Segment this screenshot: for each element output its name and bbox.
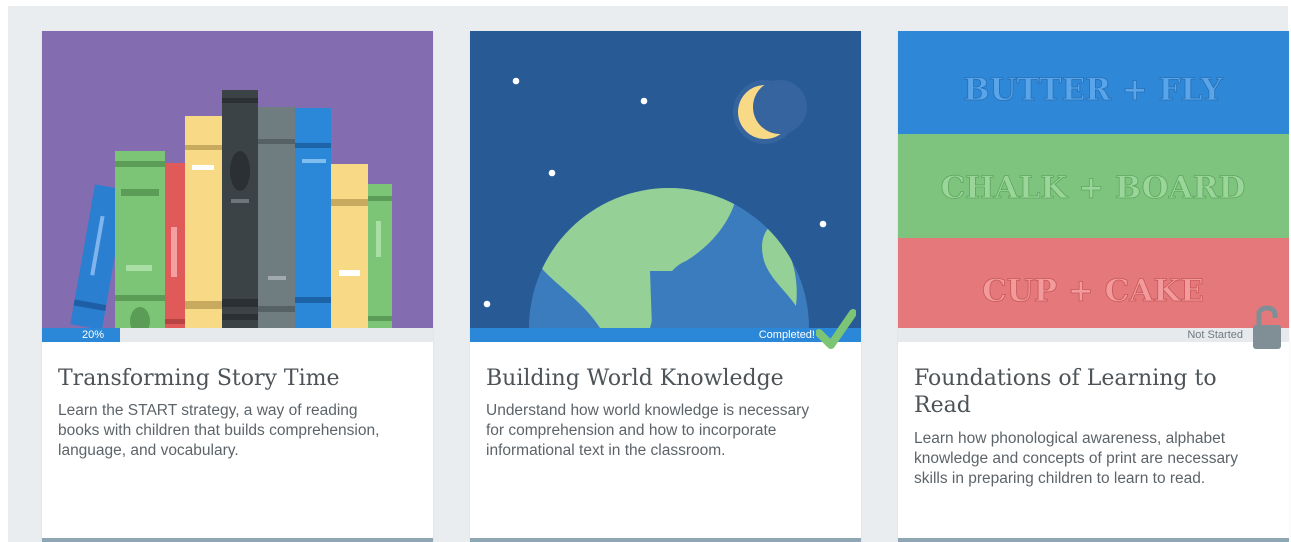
course-title: Transforming Story Time [58, 366, 340, 391]
course-grid: 20% Transforming Story Time Learn the ST… [8, 6, 1289, 542]
card-bottom-border [898, 538, 1289, 542]
course-description: Learn the START strategy, a way of readi… [58, 402, 380, 459]
earth-night-sky-illustration [470, 31, 861, 328]
progress-bar: 20% [42, 328, 433, 342]
art-word-cupcake: CUP + CAKE [982, 273, 1204, 309]
art-word-chalkboard: CHALK + BOARD [941, 170, 1246, 206]
progress-bar: Not Started [898, 328, 1289, 342]
course-card-foundations-of-learning-to-read[interactable]: BUTTER + FLY CHALK + BOARD CUP + CAKE No… [898, 31, 1289, 542]
card-bottom-border [470, 538, 861, 542]
course-description: Learn how phonological awareness, alphab… [914, 430, 1238, 487]
compound-words-illustration: BUTTER + FLY CHALK + BOARD CUP + CAKE [898, 31, 1289, 328]
art-word-butterfly: BUTTER + FLY [963, 72, 1223, 108]
course-description: Understand how world knowledge is necess… [486, 402, 810, 459]
course-title: Foundations of Learning to Read [914, 366, 1217, 418]
card-bottom-border [42, 538, 433, 542]
progress-percent-label: 20% [82, 329, 105, 341]
unlocked-padlock-icon [1253, 305, 1281, 349]
books-shelf-illustration [42, 31, 433, 328]
not-started-status-label: Not Started [1187, 329, 1243, 341]
progress-bar: Completed! [470, 328, 861, 342]
course-card-building-world-knowledge[interactable]: Completed! Building World Knowledge Unde… [470, 31, 861, 542]
course-title: Building World Knowledge [486, 366, 784, 391]
course-card-transforming-story-time[interactable]: 20% Transforming Story Time Learn the ST… [42, 31, 433, 542]
check-icon [816, 309, 856, 349]
completed-status-label: Completed! [758, 329, 815, 341]
